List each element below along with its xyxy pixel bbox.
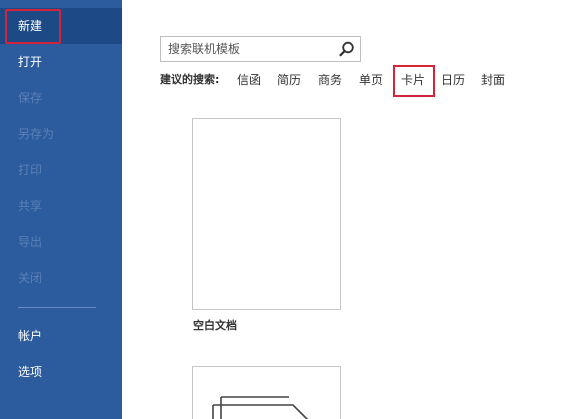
suggested-link-letters[interactable]: 信函 <box>237 71 261 89</box>
sidebar-item-label: 选项 <box>18 365 43 379</box>
suggested-link-business[interactable]: 商务 <box>318 71 342 89</box>
suggested-searches-label: 建议的搜索: <box>160 73 220 86</box>
sidebar-item-close: 关闭 <box>0 260 122 296</box>
sidebar-item-open[interactable]: 打开 <box>0 44 122 80</box>
sidebar-item-options[interactable]: 选项 <box>0 354 122 390</box>
search-input[interactable] <box>161 37 331 61</box>
sidebar-item-save: 保存 <box>0 80 122 116</box>
suggested-link-resume[interactable]: 简历 <box>277 71 301 89</box>
sidebar-item-label: 共享 <box>18 199 43 213</box>
sidebar-item-label: 帐户 <box>18 329 43 343</box>
sidebar-item-save-as: 另存为 <box>0 116 122 152</box>
template-welcome-tour[interactable] <box>192 366 341 419</box>
template-blank-document[interactable] <box>192 118 341 310</box>
search-box <box>160 36 361 62</box>
sidebar-divider <box>18 307 96 308</box>
sidebar-item-share: 共享 <box>0 188 122 224</box>
suggested-link-cards[interactable]: 卡片 <box>392 65 436 97</box>
suggested-link-flyer[interactable]: 单页 <box>359 71 383 89</box>
sidebar-item-label: 关闭 <box>18 271 43 285</box>
sidebar-item-label: 保存 <box>18 91 43 105</box>
sidebar-item-print: 打印 <box>0 152 122 188</box>
search-icon[interactable] <box>338 40 356 58</box>
suggested-link-cover[interactable]: 封面 <box>481 71 505 89</box>
suggested-link-calendar[interactable]: 日历 <box>441 71 465 89</box>
sidebar-item-label: 另存为 <box>18 127 55 141</box>
sidebar-item-label: 打印 <box>18 163 43 177</box>
sidebar-item-new[interactable]: 新建 <box>0 8 122 44</box>
template-caption: 空白文档 <box>193 319 237 332</box>
sidebar-item-label: 打开 <box>18 55 43 69</box>
sidebar-item-export: 导出 <box>0 224 122 260</box>
sidebar-item-account[interactable]: 帐户 <box>0 318 122 354</box>
tour-arrow-icon <box>212 396 309 419</box>
sidebar-item-label: 新建 <box>18 19 43 33</box>
backstage-sidebar: 新建 打开 保存 另存为 打印 共享 导出 关闭 帐户 选项 <box>0 0 122 419</box>
sidebar-item-label: 导出 <box>18 235 43 249</box>
